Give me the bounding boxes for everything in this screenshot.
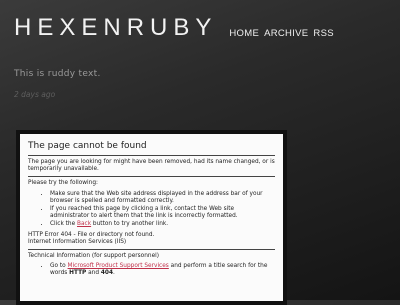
list-item: Go to Microsoft Product Support Services…	[50, 263, 275, 277]
main-nav: HOME ARCHIVE RSS	[229, 28, 333, 39]
server-name: Internet Information Services (IIS)	[28, 238, 127, 245]
item-text: and	[86, 270, 101, 277]
site-title[interactable]: HEXENRUBY	[14, 14, 217, 42]
item-text: .	[112, 270, 115, 277]
item-text: button to try another link.	[91, 221, 169, 228]
nav-rss-link[interactable]: RSS	[313, 28, 333, 39]
code-keyword: 404	[100, 270, 113, 277]
support-link[interactable]: Microsoft Product Support Services	[68, 263, 169, 269]
nav-archive-link[interactable]: ARCHIVE	[264, 28, 308, 39]
http-keyword: HTTP	[69, 270, 87, 277]
list-item: If you reached this page by clicking a l…	[50, 206, 275, 220]
post-body-text: This is ruddy text.	[14, 69, 101, 79]
error-code: HTTP Error 404 - File or directory not f…	[28, 231, 155, 238]
site-header: HEXENRUBY HOME ARCHIVE RSS	[14, 14, 334, 42]
error-intro: The page you are looking for might have …	[28, 159, 275, 173]
error-page-content: The page cannot be found The page you ar…	[20, 134, 283, 301]
suggestion-list: Make sure that the Web site address disp…	[28, 191, 275, 229]
nav-home-link[interactable]: HOME	[229, 28, 259, 39]
error-page-title: The page cannot be found	[28, 141, 147, 151]
tech-heading: Technical Information (for support perso…	[28, 253, 160, 260]
post-date[interactable]: 2 days ago	[14, 90, 55, 99]
divider	[28, 155, 275, 156]
embedded-screenshot: The page cannot be found The page you ar…	[16, 130, 287, 305]
divider	[28, 249, 275, 251]
list-item: Make sure that the Web site address disp…	[50, 191, 275, 205]
item-text: Click the	[50, 221, 78, 228]
item-text: Go to	[50, 263, 68, 270]
try-heading: Please try the following:	[28, 180, 98, 187]
back-link[interactable]: Back	[77, 221, 91, 227]
list-item: Click the Back button to try another lin…	[50, 221, 275, 228]
tech-list: Go to Microsoft Product Support Services…	[28, 263, 275, 277]
divider	[28, 176, 275, 178]
